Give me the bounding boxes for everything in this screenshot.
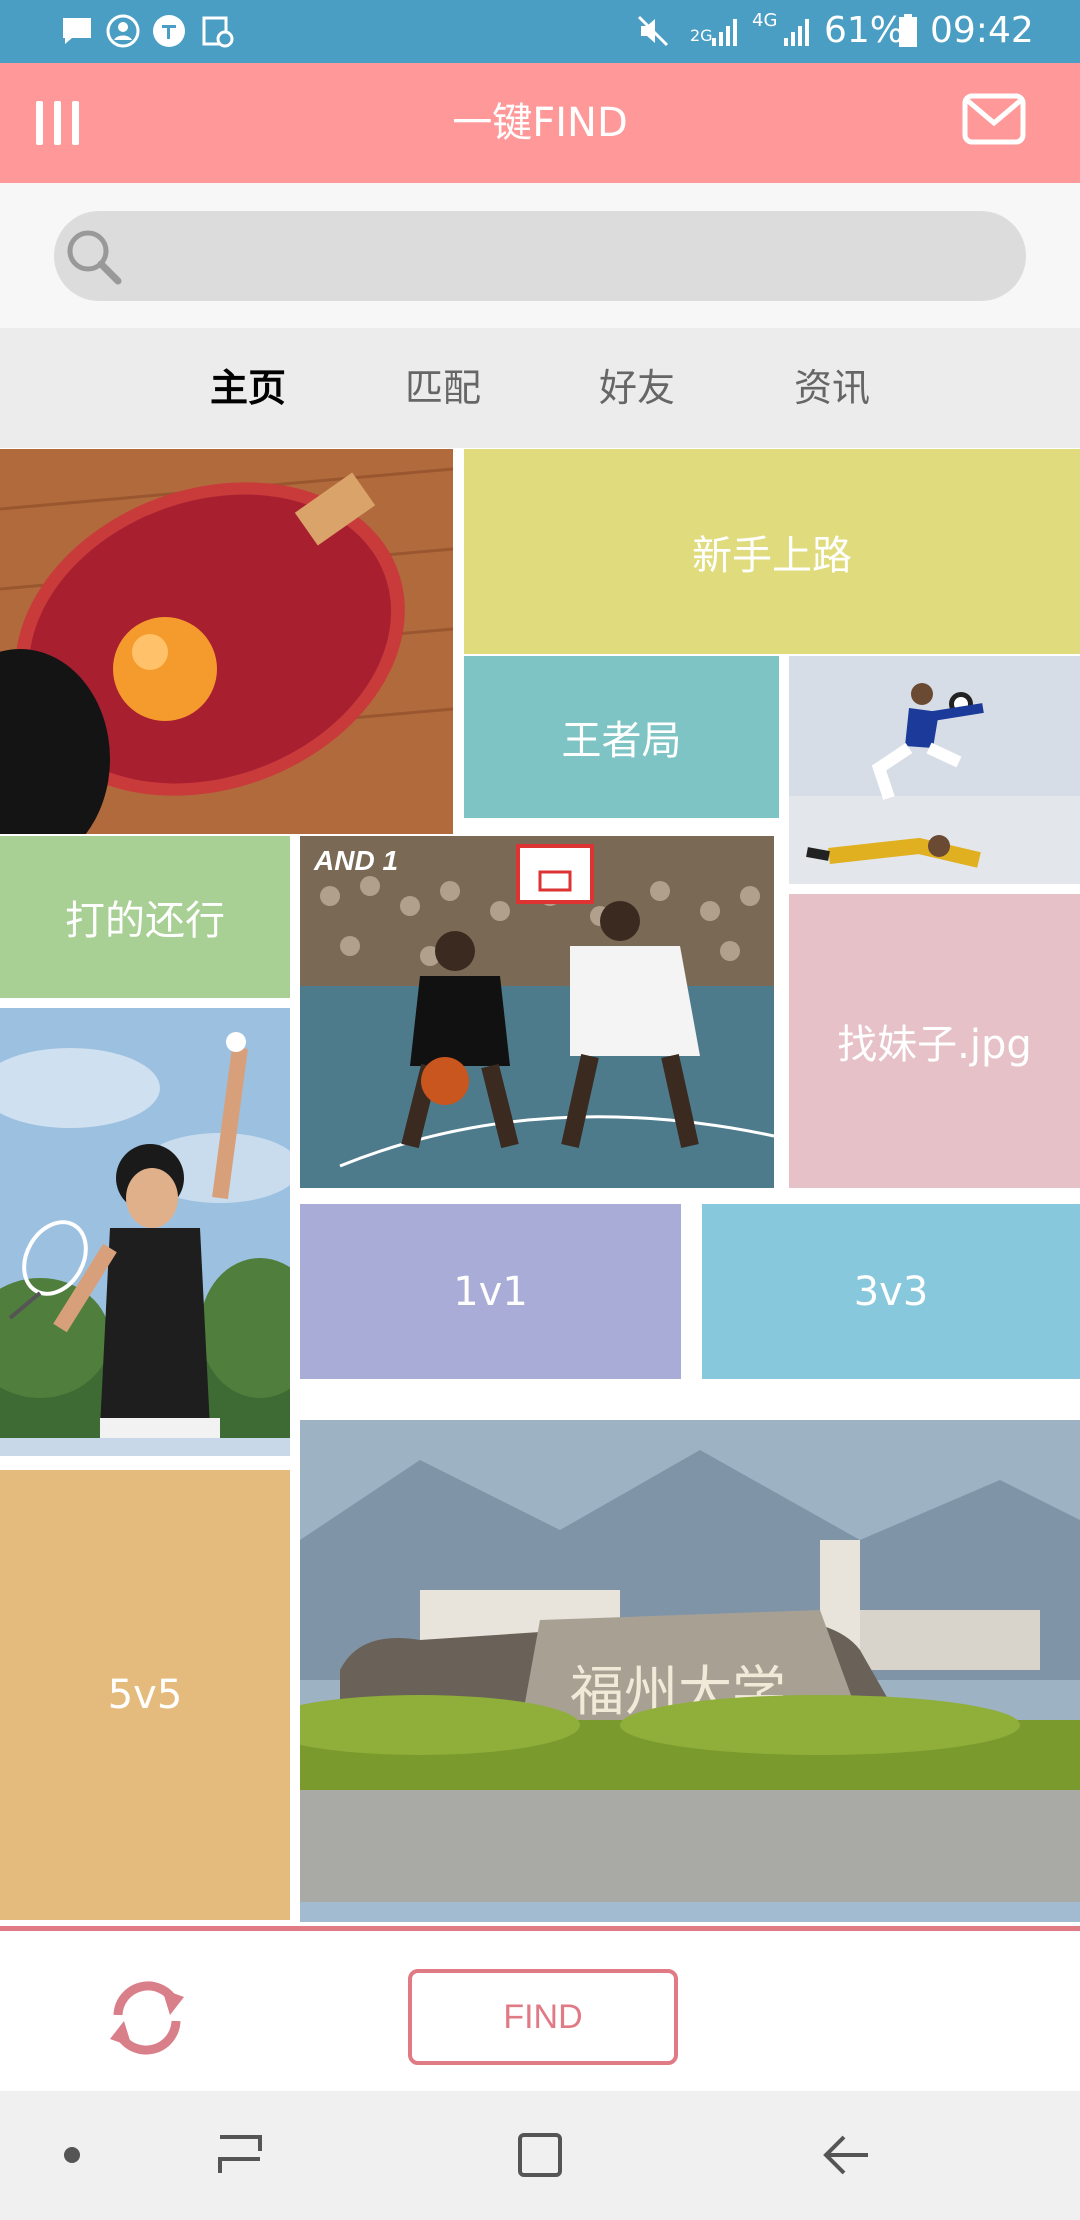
message-icon [63,18,91,44]
app-bar: 一键FIND [0,63,1080,183]
5v5-label: 5v5 [107,1672,183,1718]
tab-news[interactable]: 资讯 [762,328,902,448]
1v1-tile[interactable]: 1v1 [300,1204,681,1379]
clock: 09:42 [930,10,1034,51]
signal-4g-icon [784,19,809,46]
mute-icon [637,15,669,47]
search-icon [67,230,122,285]
king-tile[interactable]: 王者局 [464,656,779,818]
app-title: 一键FIND [452,100,628,146]
search-input[interactable] [134,211,1008,303]
table-tennis-tile[interactable] [0,449,453,834]
recent-apps-icon[interactable] [208,2123,272,2187]
dot-icon[interactable] [40,2123,104,2187]
back-icon[interactable] [814,2123,878,2187]
status-bar: 2G 4G 61% 09:42 [0,0,1080,63]
menu-bars-icon [36,101,43,145]
casual-tile[interactable]: 打的还行 [0,836,290,998]
signal-2g-icon [712,19,737,46]
badminton-tile[interactable] [0,1008,290,1456]
calendar-clock-icon [202,16,234,48]
system-nav-bar [0,2091,1080,2220]
find-girl-label: 找妹子.jpg [837,1022,1032,1068]
zhihu-icon [153,15,185,47]
tab-match[interactable]: 匹配 [373,328,513,448]
tab-bar: 主页 匹配 好友 资讯 [0,328,1080,448]
king-label: 王者局 [561,718,682,764]
campus-tile[interactable]: 福州大学 [300,1420,1080,1922]
home-icon[interactable] [508,2123,572,2187]
refresh-icon[interactable] [104,1975,190,2061]
basketball-logo-text: AND 1 [313,845,398,876]
account-circle-icon [106,14,140,48]
search-box[interactable] [54,211,1026,303]
1v1-label: 1v1 [453,1268,528,1315]
menu-button[interactable] [36,101,80,145]
tab-friends[interactable]: 好友 [567,328,707,448]
find-girl-tile[interactable]: 找妹子.jpg [789,894,1080,1188]
3v3-label: 3v3 [853,1268,929,1315]
5v5-tile[interactable]: 5v5 [0,1470,290,1920]
basketball-photo: AND 1 [300,836,774,1188]
battery-percent: 61% [824,10,905,51]
badminton-photo [0,1008,290,1456]
mail-icon[interactable] [962,93,1026,145]
newbie-tile[interactable]: 新手上路 [464,449,1080,654]
casual-label: 打的还行 [65,898,225,944]
battery-icon [899,14,917,47]
3v3-tile[interactable]: 3v3 [702,1204,1080,1379]
soccer-photo [789,656,1080,884]
find-button[interactable]: FIND [408,1969,678,2065]
tab-home[interactable]: 主页 [178,328,318,448]
bottom-action-bar: FIND [0,1931,1080,2091]
search-area [0,183,1080,328]
soccer-tile[interactable] [789,656,1080,884]
network-4g-label: 4G [752,10,778,31]
campus-gate-photo: 福州大学 [300,1420,1080,1922]
table-tennis-photo [0,449,453,834]
basketball-tile[interactable]: AND 1 [300,836,774,1188]
newbie-label: 新手上路 [692,532,852,579]
